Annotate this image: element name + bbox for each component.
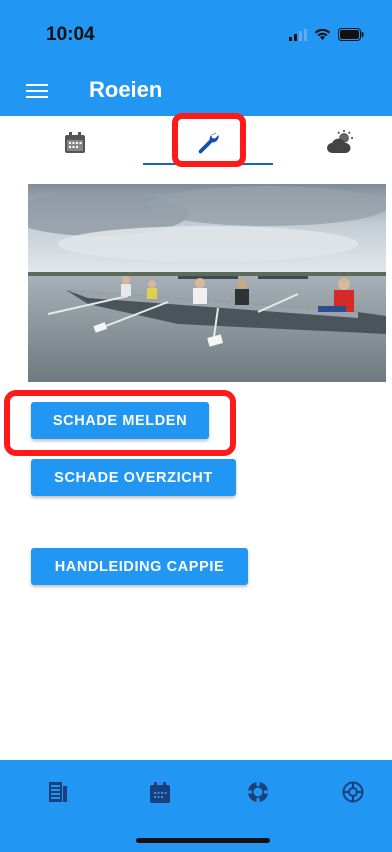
tab-calendar[interactable] (20, 116, 130, 168)
status-time: 10:04 (46, 24, 95, 45)
battery-icon (338, 28, 364, 41)
calendar-icon (150, 781, 170, 803)
calendar-icon (65, 131, 85, 153)
nav-news[interactable] (38, 776, 78, 808)
news-icon (49, 782, 67, 802)
schade-overzicht-button[interactable]: SCHADE OVERZICHT (31, 459, 236, 496)
app-title: Roeien (89, 77, 163, 102)
wifi-icon (314, 28, 331, 40)
weather-icon (327, 130, 353, 153)
nav-wheel[interactable] (333, 776, 373, 808)
status-bar: 10:04 (0, 0, 392, 66)
home-indicator[interactable] (136, 838, 270, 843)
nav-lifebuoy[interactable] (238, 776, 278, 808)
lifebuoy-icon (248, 782, 268, 802)
tab-weather[interactable] (285, 116, 392, 168)
nav-calendar[interactable] (140, 776, 180, 808)
wheel-icon (342, 781, 364, 803)
menu-icon[interactable] (26, 81, 48, 101)
app-bar: Roeien (0, 66, 392, 116)
handleiding-cappie-button[interactable]: HANDLEIDING CAPPIE (31, 548, 248, 585)
rowing-photo (28, 184, 386, 382)
highlight-schade-melden (4, 390, 236, 456)
status-icons (289, 28, 364, 41)
highlight-wrench-tab (172, 113, 246, 167)
signal-icon (289, 28, 307, 41)
